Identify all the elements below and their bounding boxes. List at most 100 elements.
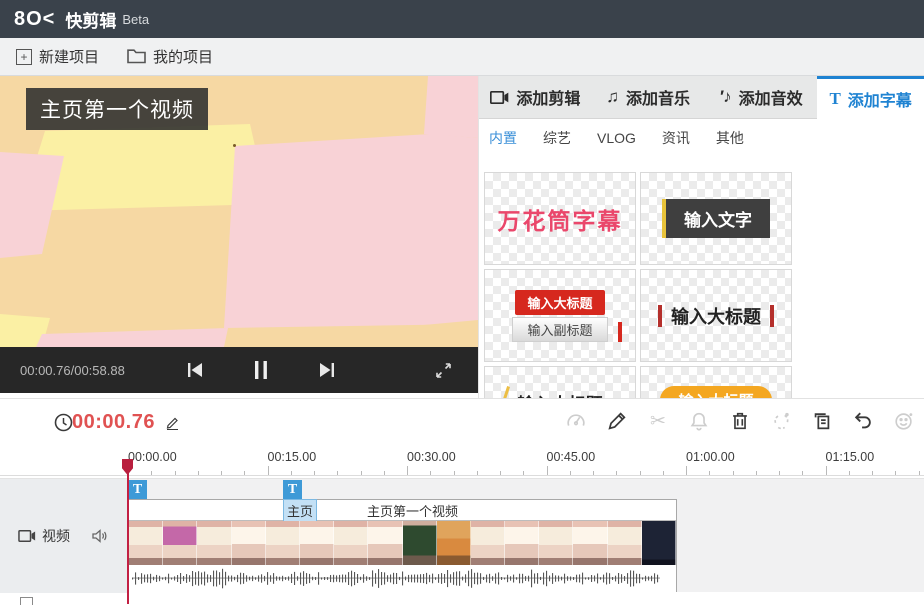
template-title: 输入大标题 bbox=[518, 390, 603, 399]
new-project-button[interactable]: + 新建项目 bbox=[16, 46, 99, 67]
copy-tool[interactable] bbox=[810, 409, 834, 433]
timeline-current-time: 00:00.76 bbox=[72, 411, 155, 434]
edit-pencil-tool[interactable] bbox=[605, 409, 629, 433]
subtab-news[interactable]: 资讯 bbox=[662, 128, 690, 148]
skip-back-icon bbox=[187, 363, 203, 377]
new-project-label: 新建项目 bbox=[39, 46, 99, 67]
emoji-face-icon bbox=[893, 410, 915, 432]
thumbnail-frame bbox=[573, 521, 607, 565]
tab-add-clip[interactable]: 添加剪辑 bbox=[479, 76, 592, 119]
fullscreen-icon bbox=[435, 362, 452, 379]
ruler-label: 01:15.00 bbox=[826, 450, 875, 464]
thumbnail-frame bbox=[539, 521, 573, 565]
template-dark-box[interactable]: 输入文字 bbox=[640, 172, 792, 265]
clip-thumbnails bbox=[129, 521, 676, 565]
thumbnail-frame bbox=[608, 521, 642, 565]
speed-gauge-icon bbox=[565, 410, 587, 432]
tab-add-subtitle[interactable]: T 添加字幕 bbox=[817, 76, 924, 119]
thumbnail-frame bbox=[437, 521, 471, 565]
bell-tool[interactable] bbox=[687, 409, 711, 433]
thumbnail-frame bbox=[505, 521, 539, 565]
red-bar-decoration bbox=[618, 322, 622, 342]
fullscreen-button[interactable] bbox=[426, 355, 460, 385]
pause-icon bbox=[254, 361, 268, 379]
tab-add-sfx[interactable]: ′♪ 添加音效 bbox=[705, 76, 818, 119]
my-projects-button[interactable]: 我的项目 bbox=[127, 46, 213, 67]
subtitle-category-tabs: 内置 综艺 VLOG 资讯 其他 bbox=[479, 119, 924, 157]
timeline-ruler[interactable]: 00:00.0000:15.0000:30.0000:45.0001:00.00… bbox=[0, 446, 924, 476]
timeline-tools: ✂ bbox=[564, 409, 916, 433]
trash-icon bbox=[729, 410, 751, 432]
ruler-label: 00:45.00 bbox=[547, 450, 596, 464]
trash-delete-tool[interactable] bbox=[728, 409, 752, 433]
tab-add-music-label: 添加音乐 bbox=[626, 85, 690, 109]
ruler-label: 01:00.00 bbox=[686, 450, 735, 464]
template-orange-pill[interactable]: 输入大标题 输入副标题 bbox=[640, 366, 792, 398]
thumbnail-frame bbox=[642, 521, 676, 565]
tab-add-clip-label: 添加剪辑 bbox=[516, 85, 580, 109]
subtab-vlog[interactable]: VLOG bbox=[597, 130, 636, 146]
skip-forward-icon bbox=[319, 363, 335, 377]
titlebar: 8O< 快剪辑 Beta bbox=[0, 0, 924, 38]
camera-icon bbox=[18, 530, 36, 542]
text-marker-2[interactable]: T bbox=[283, 480, 302, 500]
template-slash[interactable]: 输入大标题 输入副标题 bbox=[484, 366, 636, 398]
template-title: 输入大标题 bbox=[660, 386, 771, 398]
red-bar-decoration bbox=[658, 305, 662, 327]
timeline-header: 00:00.76 ✂ bbox=[0, 399, 924, 446]
template-body: 输入大标题 输入副标题 bbox=[518, 390, 603, 399]
thumbnail-frame bbox=[163, 521, 197, 565]
timeline-panel: 00:00.76 ✂ bbox=[0, 398, 924, 605]
magic-sparkle-icon bbox=[770, 410, 792, 432]
template-title: 输入大标题 bbox=[515, 290, 604, 315]
subtab-other[interactable]: 其他 bbox=[716, 128, 744, 148]
preview-subtitle-overlay[interactable]: 主页第一个视频 bbox=[26, 88, 208, 130]
text-T-icon: T bbox=[829, 89, 840, 109]
text-marker-1[interactable]: T bbox=[128, 480, 147, 500]
tab-add-music[interactable]: ♫ 添加音乐 bbox=[592, 76, 705, 119]
bell-icon bbox=[688, 410, 710, 432]
folder-icon bbox=[127, 49, 146, 64]
thumbnail-frame bbox=[197, 521, 231, 565]
undo-tool[interactable] bbox=[851, 409, 875, 433]
tab-add-subtitle-label: 添加字幕 bbox=[848, 87, 912, 111]
clip-waveform bbox=[129, 565, 676, 592]
copy-icon bbox=[811, 410, 833, 432]
right-panel: 添加剪辑 ♫ 添加音乐 ′♪ 添加音效 T 添加字幕 内置 综艺 VLOG 资讯… bbox=[478, 76, 924, 398]
skip-forward-button[interactable] bbox=[310, 355, 344, 385]
video-preview: 主页第一个视频 bbox=[0, 76, 478, 347]
track-area: 视频 T T 主页第一个视频 主页 bbox=[0, 476, 924, 605]
preview-anchor-dot bbox=[233, 144, 236, 147]
app-title: 快剪辑 bbox=[65, 7, 116, 32]
template-body: 输入大标题 输入副标题 bbox=[660, 386, 771, 398]
edit-pencil-icon bbox=[606, 410, 628, 432]
thumbnail-frame bbox=[334, 521, 368, 565]
pause-button[interactable] bbox=[244, 355, 278, 385]
clock-icon bbox=[54, 413, 73, 432]
thumbnail-frame bbox=[471, 521, 505, 565]
video-clip[interactable]: 主页第一个视频 主页 bbox=[128, 499, 677, 592]
camera-icon bbox=[490, 91, 509, 104]
template-kaleidoscope[interactable]: 万花筒字幕 bbox=[484, 172, 636, 265]
template-title: 输入文字 bbox=[662, 199, 770, 238]
red-bar-decoration bbox=[770, 305, 774, 327]
emoji-face-tool[interactable] bbox=[892, 409, 916, 433]
subtitle-chip[interactable]: 主页 bbox=[283, 499, 317, 522]
sound-effect-icon: ′♪ bbox=[719, 87, 732, 107]
template-red-stack[interactable]: 输入大标题 输入副标题 bbox=[484, 269, 636, 362]
beta-badge: Beta bbox=[122, 12, 149, 27]
playback-controls: 00:00.76/00:58.88 bbox=[0, 347, 478, 393]
speed-gauge-tool[interactable] bbox=[564, 409, 588, 433]
magic-sparkle-tool[interactable] bbox=[769, 409, 793, 433]
track-name: 视频 bbox=[42, 526, 70, 546]
subtab-builtin[interactable]: 内置 bbox=[489, 128, 517, 148]
template-red-bars[interactable]: 输入大标题 bbox=[640, 269, 792, 362]
template-title: 输入大标题 bbox=[671, 303, 761, 329]
clip-title-bar: 主页第一个视频 bbox=[129, 500, 676, 521]
speaker-icon[interactable] bbox=[92, 529, 108, 543]
edit-time-pencil-icon[interactable] bbox=[165, 415, 180, 430]
thumbnail-frame bbox=[368, 521, 402, 565]
scissors-cut-tool[interactable]: ✂ bbox=[646, 409, 670, 433]
subtab-variety[interactable]: 综艺 bbox=[543, 128, 571, 148]
skip-back-button[interactable] bbox=[178, 355, 212, 385]
